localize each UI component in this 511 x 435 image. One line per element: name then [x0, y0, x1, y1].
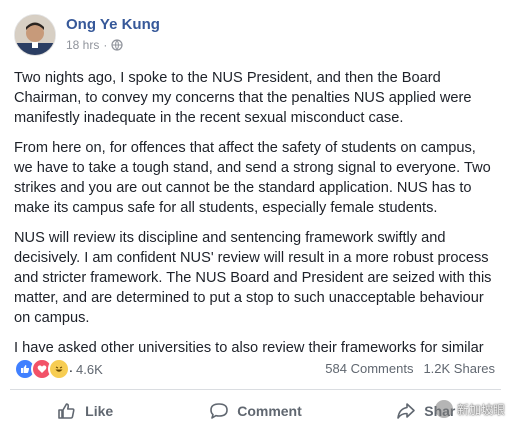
post-paragraph: NUS will review its discipline and sente…	[14, 230, 492, 326]
comment-icon	[210, 403, 229, 419]
post-paragraph: From here on, for offences that affect t…	[14, 140, 491, 216]
shares-count[interactable]: 1.2K Shares	[423, 361, 495, 376]
post-body: Two nights ago, I spoke to the NUS Presi…	[14, 68, 498, 388]
post-paragraph: Two nights ago, I spoke to the NUS Presi…	[14, 70, 472, 126]
divider	[10, 389, 501, 390]
share-icon	[397, 403, 416, 419]
engagement-counts: 584 Comments 1.2K Shares	[325, 361, 495, 376]
facebook-post: Ong Ye Kung 18 hrs · Two nights ago, I s…	[0, 0, 511, 435]
like-button[interactable]: Like	[0, 393, 170, 429]
like-label: Like	[85, 403, 114, 419]
watermark-logo-icon	[434, 400, 453, 418]
watermark-text: 新加坡眼	[456, 402, 505, 417]
comments-count[interactable]: 584 Comments	[325, 361, 413, 376]
reactions-count: 4.6K	[76, 361, 103, 377]
avatar[interactable]	[14, 14, 56, 56]
avatar-image	[15, 15, 55, 55]
globe-icon[interactable]	[111, 39, 123, 51]
post-meta: 18 hrs ·	[66, 38, 123, 52]
comment-label: Comment	[237, 403, 302, 419]
post-timestamp[interactable]: 18 hrs	[66, 38, 99, 52]
thumbs-up-icon	[58, 403, 75, 419]
comment-button[interactable]: Comment	[170, 393, 340, 429]
reactions-summary[interactable]: 4.6K	[14, 358, 103, 380]
haha-icon	[48, 358, 70, 380]
post-author[interactable]: Ong Ye Kung	[66, 16, 160, 33]
watermark: 新加坡眼	[434, 400, 505, 418]
